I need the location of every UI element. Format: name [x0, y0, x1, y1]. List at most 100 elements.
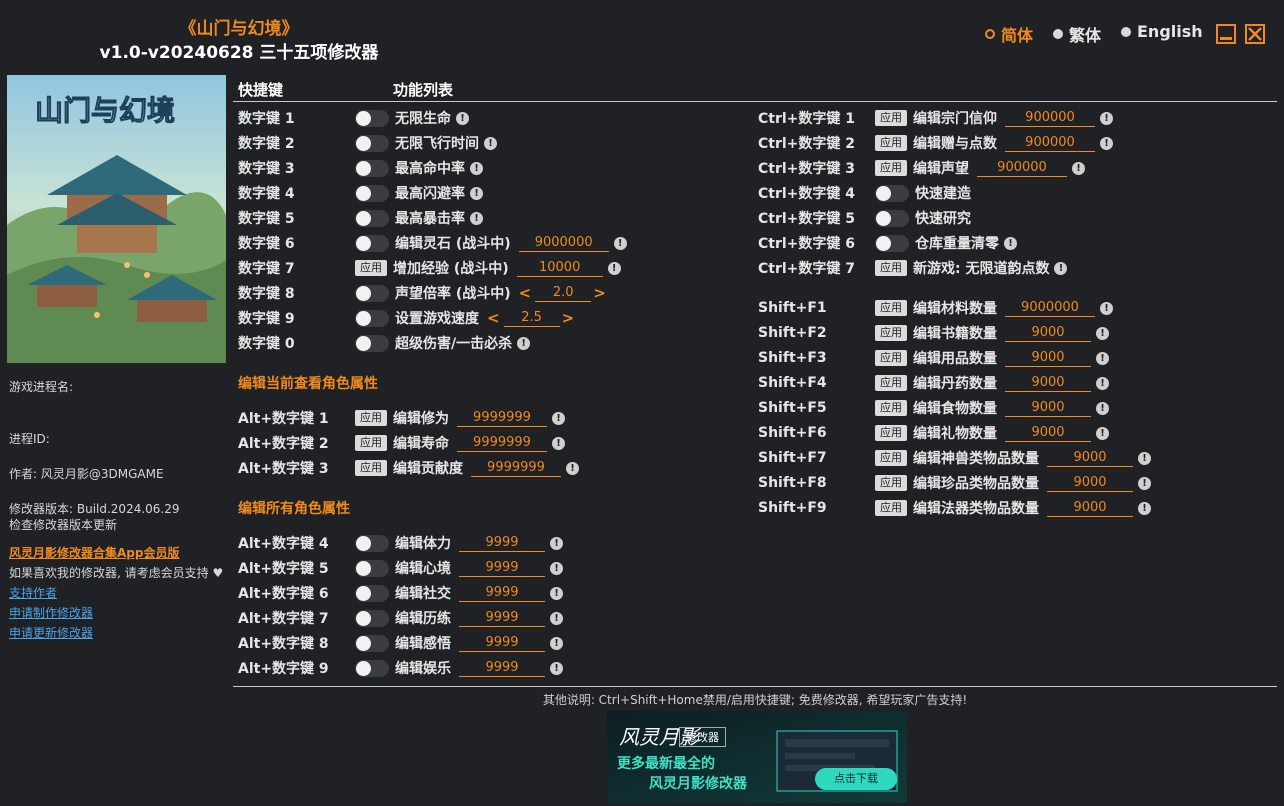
decrease-arrow-icon[interactable]: < — [485, 309, 502, 327]
exclamation-circle-icon[interactable]: ! — [1054, 261, 1068, 275]
close-button[interactable] — [1245, 24, 1265, 44]
apply-button[interactable]: 应用 — [875, 325, 907, 341]
minimize-button[interactable] — [1216, 24, 1236, 44]
toggle-switch[interactable] — [355, 209, 389, 227]
exclamation-circle-icon[interactable]: ! — [1096, 351, 1109, 365]
decrease-arrow-icon[interactable]: < — [517, 284, 534, 302]
apply-button[interactable]: 应用 — [875, 350, 907, 366]
value-input[interactable]: 9999 — [459, 609, 545, 627]
exclamation-circle-icon[interactable]: ! — [566, 461, 579, 475]
toggle-switch[interactable] — [355, 584, 389, 602]
apply-button[interactable]: 应用 — [355, 435, 387, 451]
toggle-switch[interactable] — [355, 609, 389, 627]
value-input[interactable]: 10000 — [516, 259, 603, 277]
toggle-switch[interactable] — [875, 184, 909, 202]
value-input[interactable]: 9999 — [459, 634, 545, 652]
value-input[interactable]: 9000 — [1047, 449, 1133, 467]
exclamation-circle-icon[interactable]: ! — [1100, 111, 1113, 125]
apply-button[interactable]: 应用 — [875, 135, 907, 151]
value-input[interactable]: 9999999 — [471, 459, 561, 477]
apply-button[interactable]: 应用 — [875, 110, 907, 126]
apply-button[interactable]: 应用 — [875, 300, 907, 316]
toggle-switch[interactable] — [355, 234, 389, 252]
exclamation-circle-icon[interactable]: ! — [613, 236, 627, 250]
exclamation-circle-icon[interactable]: ! — [1100, 136, 1113, 150]
lang-traditional[interactable]: 繁体 — [1053, 22, 1101, 46]
toggle-switch[interactable] — [355, 309, 389, 327]
value-input[interactable]: 9000 — [1047, 474, 1133, 492]
value-input[interactable]: 9000 — [1005, 399, 1091, 417]
exclamation-circle-icon[interactable]: ! — [470, 211, 483, 225]
lang-english[interactable]: English — [1121, 22, 1203, 41]
ad-banner[interactable]: 风灵月影 修改器 更多最新最全的 风灵月影修改器 点击下载 — [607, 711, 907, 803]
toggle-switch[interactable] — [355, 109, 389, 127]
exclamation-circle-icon[interactable]: ! — [550, 586, 563, 600]
increase-arrow-icon[interactable]: > — [591, 284, 608, 302]
apply-button[interactable]: 应用 — [875, 450, 907, 466]
exclamation-circle-icon[interactable]: ! — [470, 161, 483, 175]
value-input[interactable]: 9000 — [1005, 374, 1091, 392]
exclamation-circle-icon[interactable]: ! — [550, 561, 563, 575]
value-input[interactable]: 9999 — [459, 584, 545, 602]
apply-button[interactable]: 应用 — [875, 400, 907, 416]
exclamation-circle-icon[interactable]: ! — [552, 411, 565, 425]
apply-button[interactable]: 应用 — [355, 410, 387, 426]
apply-button[interactable]: 应用 — [355, 460, 387, 476]
increase-arrow-icon[interactable]: > — [560, 309, 577, 327]
value-input[interactable]: 9000 — [1005, 324, 1091, 342]
toggle-switch[interactable] — [355, 534, 389, 552]
value-input[interactable]: 9999999 — [457, 409, 547, 427]
exclamation-circle-icon[interactable]: ! — [550, 611, 563, 625]
exclamation-circle-icon[interactable]: ! — [1138, 451, 1151, 465]
toggle-switch[interactable] — [355, 659, 389, 677]
toggle-switch[interactable] — [355, 634, 389, 652]
exclamation-circle-icon[interactable]: ! — [470, 186, 483, 200]
support-author-link[interactable]: 支持作者 — [9, 584, 57, 601]
apply-button[interactable]: 应用 — [875, 260, 907, 276]
exclamation-circle-icon[interactable]: ! — [550, 661, 563, 675]
exclamation-circle-icon[interactable]: ! — [552, 436, 565, 450]
value-input[interactable]: 9999 — [459, 534, 545, 552]
value-input[interactable]: 900000 — [977, 159, 1067, 177]
value-input[interactable]: 9000 — [1005, 424, 1091, 442]
exclamation-circle-icon[interactable]: ! — [1096, 401, 1109, 415]
exclamation-circle-icon[interactable]: ! — [1096, 376, 1109, 390]
exclamation-circle-icon[interactable]: ! — [607, 261, 621, 275]
exclamation-circle-icon[interactable]: ! — [1072, 161, 1085, 175]
toggle-switch[interactable] — [355, 159, 389, 177]
value-input[interactable]: 9999 — [459, 659, 545, 677]
exclamation-circle-icon[interactable]: ! — [550, 536, 563, 550]
toggle-switch[interactable] — [355, 334, 389, 352]
toggle-switch[interactable] — [355, 284, 389, 302]
exclamation-circle-icon[interactable]: ! — [1138, 476, 1151, 490]
value-input[interactable]: 900000 — [1005, 109, 1095, 127]
value-input[interactable]: 9999999 — [457, 434, 547, 452]
request-update-link[interactable]: 申请更新修改器 — [9, 624, 93, 641]
exclamation-circle-icon[interactable]: ! — [1100, 301, 1113, 315]
exclamation-circle-icon[interactable]: ! — [1004, 236, 1017, 250]
apply-button[interactable]: 应用 — [875, 375, 907, 391]
stepper-value[interactable]: 2.5 — [503, 309, 560, 327]
check-update-link[interactable]: 检查修改器版本更新 — [9, 516, 117, 533]
exclamation-circle-icon[interactable]: ! — [1096, 326, 1109, 340]
exclamation-circle-icon[interactable]: ! — [1138, 501, 1151, 515]
apply-button[interactable]: 应用 — [355, 260, 387, 276]
exclamation-circle-icon[interactable]: ! — [550, 636, 563, 650]
toggle-switch[interactable] — [355, 184, 389, 202]
toggle-switch[interactable] — [355, 559, 389, 577]
apply-button[interactable]: 应用 — [875, 425, 907, 441]
stepper-value[interactable]: 2.0 — [535, 284, 592, 302]
app-member-link[interactable]: 风灵月影修改器合集App会员版 — [9, 544, 179, 561]
value-input[interactable]: 9999 — [459, 559, 545, 577]
apply-button[interactable]: 应用 — [875, 160, 907, 176]
exclamation-circle-icon[interactable]: ! — [484, 136, 497, 150]
request-make-link[interactable]: 申请制作修改器 — [9, 604, 93, 621]
exclamation-circle-icon[interactable]: ! — [1096, 426, 1109, 440]
banner-download-button[interactable]: 点击下载 — [815, 768, 897, 790]
exclamation-circle-icon[interactable]: ! — [456, 111, 469, 125]
value-input[interactable]: 900000 — [1005, 134, 1095, 152]
apply-button[interactable]: 应用 — [875, 475, 907, 491]
exclamation-circle-icon[interactable]: ! — [517, 336, 531, 350]
value-input[interactable]: 9000 — [1005, 349, 1091, 367]
value-input[interactable]: 9000 — [1047, 499, 1133, 517]
